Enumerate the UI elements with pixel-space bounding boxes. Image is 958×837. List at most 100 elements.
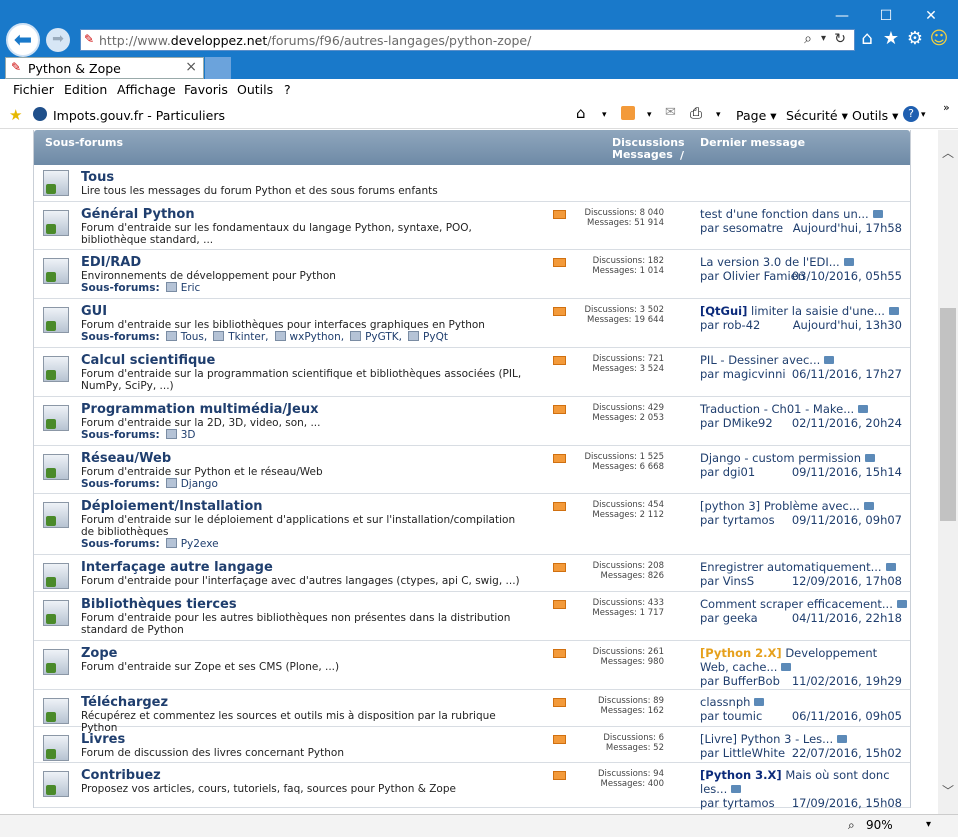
- search-icon[interactable]: ⌕: [804, 31, 812, 47]
- rss-icon[interactable]: [553, 649, 566, 658]
- home-toolbar-icon[interactable]: ⌂: [576, 104, 586, 122]
- menu-help[interactable]: ?: [284, 82, 291, 97]
- subforum-link[interactable]: Tkinter,: [213, 331, 268, 343]
- topic-title[interactable]: [Livre] Python 3 - Les...: [700, 732, 833, 746]
- rss-icon[interactable]: [553, 771, 566, 780]
- close-window-icon[interactable]: ✕: [921, 6, 941, 26]
- topic-title[interactable]: test d'une fonction dans un...: [700, 207, 869, 221]
- topic-title[interactable]: Enregistrer automatiquement...: [700, 560, 882, 574]
- subforum-link[interactable]: PyQt: [408, 331, 448, 343]
- topic-title[interactable]: [python 3] Problème avec...: [700, 499, 860, 513]
- rss-icon[interactable]: [553, 698, 566, 707]
- forum-title[interactable]: GUI: [81, 304, 107, 319]
- rss-dropdown-icon[interactable]: ▾: [647, 110, 652, 120]
- maximize-icon[interactable]: ☐: [876, 6, 896, 26]
- last-topic[interactable]: Comment scraper efficacement...: [700, 597, 907, 611]
- go-to-last-post-icon[interactable]: [863, 502, 874, 510]
- go-to-last-post-icon[interactable]: [858, 405, 869, 413]
- go-to-last-post-icon[interactable]: [781, 663, 792, 671]
- last-author[interactable]: magicvinni: [723, 367, 786, 381]
- new-tab-button[interactable]: [205, 57, 231, 79]
- last-topic[interactable]: [Python 3.X] Mais où sont donc les...: [700, 768, 905, 796]
- home-icon[interactable]: ⌂: [855, 28, 879, 49]
- last-author[interactable]: LittleWhite: [723, 746, 785, 760]
- last-topic[interactable]: [python 3] Problème avec...: [700, 499, 905, 513]
- go-to-last-post-icon[interactable]: [865, 454, 875, 462]
- rss-icon[interactable]: [553, 735, 566, 744]
- page-menu[interactable]: Page ▾: [736, 108, 777, 123]
- rss-icon[interactable]: [553, 502, 566, 511]
- scroll-down-icon[interactable]: ﹀: [940, 782, 956, 799]
- gear-icon[interactable]: ⚙: [903, 28, 927, 49]
- topic-title[interactable]: Comment scraper efficacement...: [700, 597, 893, 611]
- browser-tab[interactable]: ✎ Python & Zope ×: [5, 57, 204, 79]
- rss-icon[interactable]: [553, 454, 566, 463]
- topic-title[interactable]: Traduction - Ch01 - Make...: [700, 402, 854, 416]
- subforum-link[interactable]: PyGTK,: [350, 331, 402, 343]
- rss-icon[interactable]: [553, 258, 566, 267]
- last-topic[interactable]: La version 3.0 de l'EDI...: [700, 255, 905, 269]
- dropdown-chevron-icon[interactable]: ▾: [821, 33, 826, 44]
- last-author[interactable]: DMike92: [723, 416, 773, 430]
- forum-title[interactable]: Programmation multimédia/Jeux: [81, 402, 318, 417]
- forum-title[interactable]: Contribuez: [81, 768, 161, 783]
- last-author[interactable]: VinsS: [723, 574, 754, 588]
- last-topic[interactable]: Traduction - Ch01 - Make...: [700, 402, 905, 416]
- forum-title[interactable]: Déploiement/Installation: [81, 499, 263, 514]
- rss-icon[interactable]: [553, 563, 566, 572]
- topic-title[interactable]: limiter la saisie d'une...: [747, 304, 885, 318]
- go-to-last-post-icon[interactable]: [824, 356, 835, 364]
- home-dropdown-icon[interactable]: ▾: [602, 110, 607, 120]
- print-icon[interactable]: ⎙: [690, 104, 702, 122]
- last-author[interactable]: tyrtamos: [723, 513, 775, 527]
- rss-icon[interactable]: [553, 600, 566, 609]
- address-bar[interactable]: ✎ http://www.developpez.net/forums/f96/a…: [80, 29, 855, 51]
- last-author[interactable]: geeka: [723, 611, 758, 625]
- last-author[interactable]: rob-42: [723, 318, 761, 332]
- last-topic[interactable]: [Python 2.X] Developpement Web, cache...: [700, 646, 905, 674]
- menu-fichier[interactable]: Fichier: [13, 82, 54, 97]
- zoom-dropdown-icon[interactable]: ▾: [926, 819, 931, 830]
- go-to-last-post-icon[interactable]: [731, 785, 742, 793]
- go-to-last-post-icon[interactable]: [872, 210, 883, 218]
- topic-title[interactable]: La version 3.0 de l'EDI...: [700, 255, 840, 269]
- tab-close-icon[interactable]: ×: [185, 59, 197, 75]
- go-to-last-post-icon[interactable]: [896, 600, 907, 608]
- help-icon[interactable]: ?: [903, 106, 919, 122]
- rss-icon[interactable]: [553, 307, 566, 316]
- rss-icon[interactable]: [553, 210, 566, 219]
- mail-icon[interactable]: ✉: [665, 105, 676, 120]
- rss-feed-icon[interactable]: [621, 106, 635, 120]
- outils-menu[interactable]: Outils ▾: [852, 108, 898, 123]
- zoom-level[interactable]: 90%: [866, 818, 893, 832]
- minimize-icon[interactable]: —: [832, 6, 852, 26]
- subforum-link[interactable]: Django: [166, 478, 218, 490]
- subforum-link[interactable]: Tous,: [166, 331, 208, 343]
- scrollbar-thumb[interactable]: [940, 308, 956, 521]
- back-arrow-icon[interactable]: ⬅: [6, 23, 40, 57]
- menu-favoris[interactable]: Favoris: [184, 82, 228, 97]
- subforum-link[interactable]: 3D: [166, 429, 196, 441]
- menu-outils[interactable]: Outils: [237, 82, 273, 97]
- forum-title[interactable]: Interfaçage autre langage: [81, 560, 273, 575]
- menu-edition[interactable]: Edition: [64, 82, 107, 97]
- forum-title[interactable]: Calcul scientifique: [81, 353, 215, 368]
- last-topic[interactable]: Django - custom permission: [700, 451, 905, 465]
- subforum-link[interactable]: wxPython,: [275, 331, 345, 343]
- more-chevron-icon[interactable]: »: [943, 101, 950, 114]
- rss-icon[interactable]: [553, 405, 566, 414]
- favorites-star-icon[interactable]: ★: [879, 28, 903, 49]
- last-topic[interactable]: [Livre] Python 3 - Les...: [700, 732, 905, 746]
- forum-title[interactable]: Bibliothèques tierces: [81, 597, 237, 612]
- forum-title[interactable]: EDI/RAD: [81, 255, 141, 270]
- last-topic[interactable]: Enregistrer automatiquement...: [700, 560, 905, 574]
- forum-title[interactable]: Tous: [81, 170, 114, 185]
- smiley-feedback-icon[interactable]: ☺: [927, 28, 951, 49]
- menu-affichage[interactable]: Affichage: [117, 82, 176, 97]
- topic-title[interactable]: PIL - Dessiner avec...: [700, 353, 820, 367]
- add-favorites-icon[interactable]: ★: [9, 106, 22, 124]
- forum-title[interactable]: Zope: [81, 646, 117, 661]
- topic-title[interactable]: Django - custom permission: [700, 451, 861, 465]
- scroll-up-icon[interactable]: ︿: [940, 144, 956, 161]
- forum-title[interactable]: Réseau/Web: [81, 451, 171, 466]
